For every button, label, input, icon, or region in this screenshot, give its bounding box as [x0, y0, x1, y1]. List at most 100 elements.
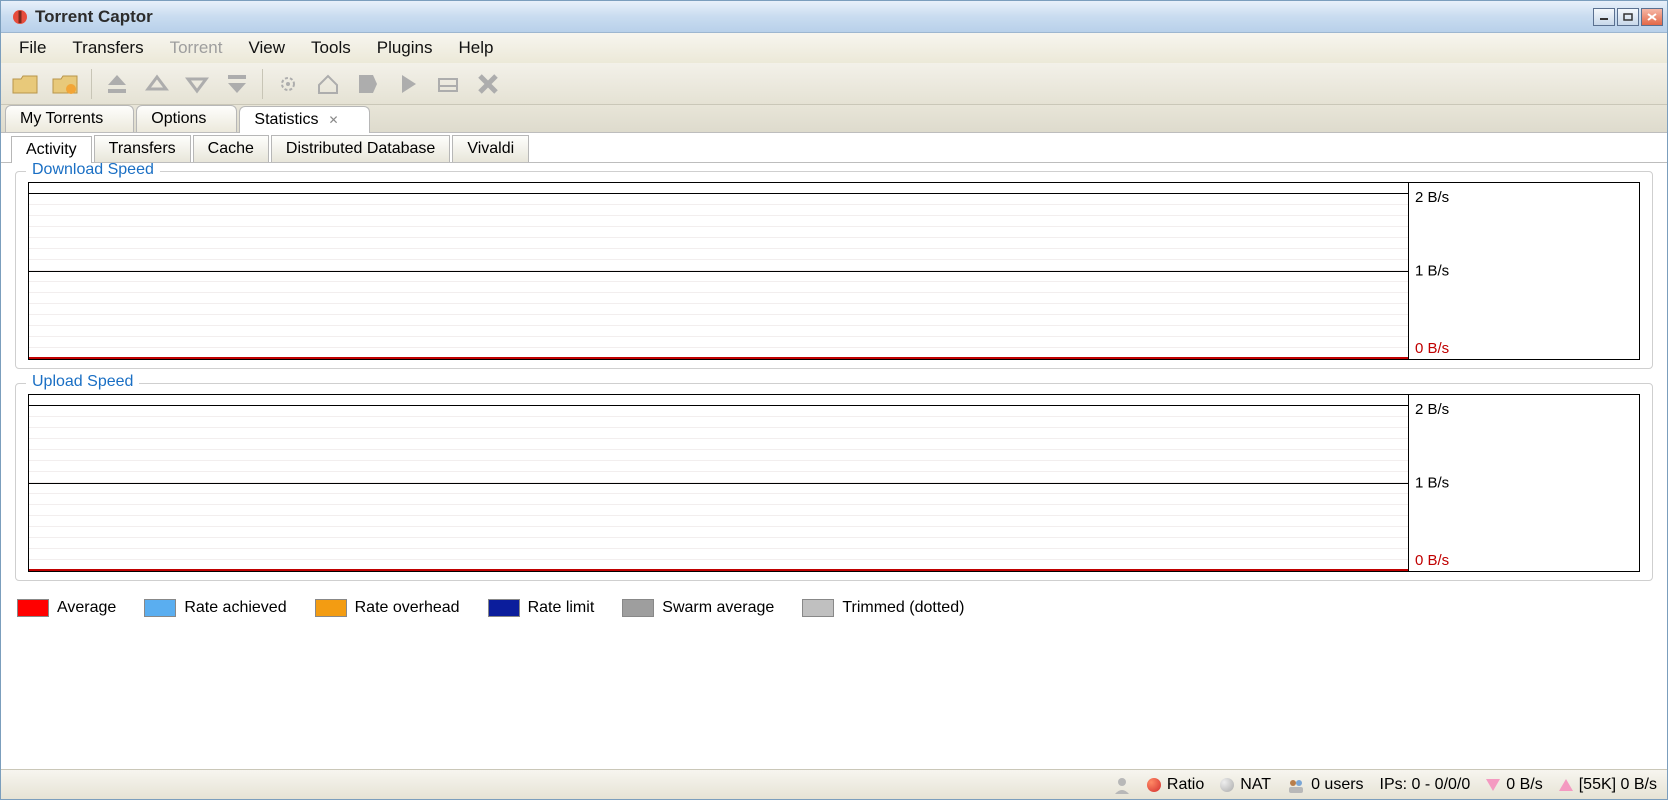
content-area: Download Speed 2 B/s 1 B/s 0 B/s Upload … — [1, 163, 1667, 769]
titlebar: Torrent Captor — [1, 1, 1667, 33]
subtab-vivaldi[interactable]: Vivaldi — [452, 135, 529, 162]
sub-tabs: Activity Transfers Cache Distributed Dat… — [1, 133, 1667, 163]
subtab-cache[interactable]: Cache — [193, 135, 269, 162]
legend-item: Average — [17, 599, 116, 617]
queue-bottom-icon[interactable] — [220, 67, 254, 101]
menu-plugins[interactable]: Plugins — [365, 34, 445, 62]
primary-tabs: My Torrents Options Statistics ✕ — [1, 105, 1667, 133]
chart-y-axis: 2 B/s 1 B/s 0 B/s — [1409, 183, 1639, 359]
menu-help[interactable]: Help — [447, 34, 506, 62]
close-button[interactable] — [1641, 8, 1663, 26]
subtab-activity[interactable]: Activity — [11, 136, 92, 163]
subtab-transfers[interactable]: Transfers — [94, 135, 191, 162]
legend-swatch — [622, 599, 654, 617]
tab-label: Options — [151, 110, 206, 128]
open-url-icon[interactable] — [49, 67, 83, 101]
subtab-label: Activity — [26, 141, 77, 158]
legend-item: Rate overhead — [315, 599, 460, 617]
legend-swatch — [315, 599, 347, 617]
legend-label: Rate limit — [528, 599, 595, 617]
status-nat[interactable]: NAT — [1220, 776, 1271, 794]
y-tick: 2 B/s — [1415, 401, 1449, 418]
tab-label: My Torrents — [20, 110, 103, 128]
subtab-label: Distributed Database — [286, 140, 435, 157]
play-icon[interactable] — [391, 67, 425, 101]
download-icon — [1486, 779, 1500, 791]
chart-plot-area — [29, 183, 1409, 359]
menu-tools[interactable]: Tools — [299, 34, 363, 62]
legend-item: Trimmed (dotted) — [802, 599, 964, 617]
app-icon — [11, 8, 29, 26]
legend-swatch — [488, 599, 520, 617]
tag-icon[interactable] — [351, 67, 385, 101]
ratio-label: Ratio — [1167, 776, 1204, 794]
tab-options[interactable]: Options — [136, 105, 237, 132]
settings-icon[interactable] — [271, 67, 305, 101]
down-rate-text: 0 B/s — [1506, 776, 1542, 794]
subtab-label: Transfers — [109, 140, 176, 157]
group-title: Download Speed — [26, 163, 160, 179]
legend-swatch — [144, 599, 176, 617]
legend-label: Trimmed (dotted) — [842, 599, 964, 617]
legend-item: Rate limit — [488, 599, 595, 617]
group-title: Upload Speed — [26, 373, 139, 391]
tab-my-torrents[interactable]: My Torrents — [5, 105, 134, 132]
upload-speed-chart: 2 B/s 1 B/s 0 B/s — [28, 394, 1640, 572]
statusbar: Ratio NAT 0 users IPs: 0 - 0/0/0 0 B/s [… — [1, 769, 1667, 799]
users-icon — [1287, 776, 1305, 794]
download-speed-chart: 2 B/s 1 B/s 0 B/s — [28, 182, 1640, 360]
chart-y-axis: 2 B/s 1 B/s 0 B/s — [1409, 395, 1639, 571]
legend-label: Average — [57, 599, 116, 617]
download-speed-group: Download Speed 2 B/s 1 B/s 0 B/s — [15, 171, 1653, 369]
close-tab-icon[interactable]: ✕ — [328, 113, 338, 127]
tab-label: Statistics — [254, 111, 318, 129]
maximize-button[interactable] — [1617, 8, 1639, 26]
menu-transfers[interactable]: Transfers — [60, 34, 155, 62]
legend-label: Swarm average — [662, 599, 774, 617]
upload-speed-group: Upload Speed 2 B/s 1 B/s 0 B/s — [15, 383, 1653, 581]
home-icon[interactable] — [311, 67, 345, 101]
minimize-button[interactable] — [1593, 8, 1615, 26]
legend-swatch — [17, 599, 49, 617]
menu-file[interactable]: File — [7, 34, 58, 62]
users-count: 0 users — [1311, 776, 1363, 794]
queue-up-icon[interactable] — [140, 67, 174, 101]
up-rate-text: [55K] 0 B/s — [1579, 776, 1657, 794]
nat-label: NAT — [1240, 776, 1271, 794]
chart-plot-area — [29, 395, 1409, 571]
legend-label: Rate achieved — [184, 599, 286, 617]
window-title: Torrent Captor — [35, 7, 153, 27]
subtab-ddb[interactable]: Distributed Database — [271, 135, 450, 162]
status-ips: IPs: 0 - 0/0/0 — [1380, 776, 1471, 794]
legend-swatch — [802, 599, 834, 617]
status-ratio[interactable]: Ratio — [1147, 776, 1204, 794]
status-up-rate[interactable]: [55K] 0 B/s — [1559, 776, 1657, 794]
queue-down-icon[interactable] — [180, 67, 214, 101]
status-user-icon — [1113, 776, 1131, 794]
upload-icon — [1559, 779, 1573, 791]
stop-icon[interactable] — [471, 67, 505, 101]
nat-indicator-icon — [1220, 778, 1234, 792]
ratio-indicator-icon — [1147, 778, 1161, 792]
chart-legend: Average Rate achieved Rate overhead Rate… — [15, 595, 1653, 617]
status-users[interactable]: 0 users — [1287, 776, 1363, 794]
open-torrent-icon[interactable] — [9, 67, 43, 101]
menubar: File Transfers Torrent View Tools Plugin… — [1, 33, 1667, 63]
y-tick: 0 B/s — [1415, 552, 1449, 569]
legend-label: Rate overhead — [355, 599, 460, 617]
y-tick: 1 B/s — [1415, 263, 1449, 280]
tab-statistics[interactable]: Statistics ✕ — [239, 106, 369, 133]
subtab-label: Cache — [208, 140, 254, 157]
legend-item: Swarm average — [622, 599, 774, 617]
menu-view[interactable]: View — [237, 34, 298, 62]
toolbar — [1, 63, 1667, 105]
status-down-rate[interactable]: 0 B/s — [1486, 776, 1542, 794]
ips-text: IPs: 0 - 0/0/0 — [1380, 776, 1471, 794]
queue-top-icon[interactable] — [100, 67, 134, 101]
y-tick: 0 B/s — [1415, 340, 1449, 357]
y-tick: 2 B/s — [1415, 189, 1449, 206]
subtab-label: Vivaldi — [467, 140, 514, 157]
inbox-icon[interactable] — [431, 67, 465, 101]
y-tick: 1 B/s — [1415, 475, 1449, 492]
legend-item: Rate achieved — [144, 599, 286, 617]
